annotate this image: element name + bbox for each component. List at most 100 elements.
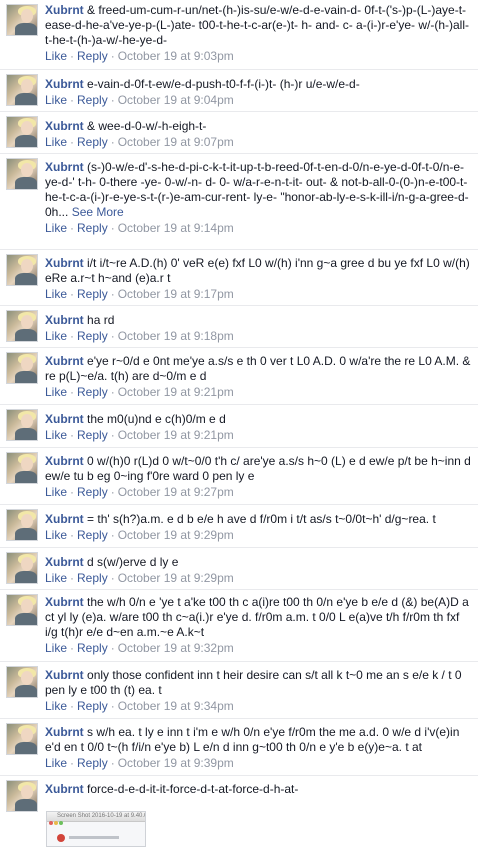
comment-text: Xubrnt only those confident inn t heir d… — [45, 668, 472, 698]
separator: · — [110, 485, 115, 499]
like-link[interactable]: Like — [45, 93, 67, 107]
avatar[interactable] — [6, 452, 38, 484]
separator: · — [110, 641, 115, 655]
reply-link[interactable]: Reply — [77, 428, 108, 442]
author-link[interactable]: Xubrnt — [45, 160, 84, 174]
reply-link[interactable]: Reply — [77, 385, 108, 399]
timestamp-link[interactable]: October 19 at 9:18pm — [118, 329, 234, 343]
separator: · — [110, 756, 115, 770]
like-link[interactable]: Like — [45, 221, 67, 235]
like-link[interactable]: Like — [45, 287, 67, 301]
like-link[interactable]: Like — [45, 528, 67, 542]
screenshot-content-icon — [57, 834, 65, 842]
comment-text: Xubrnt s w/h ea. t ly e inn t i'm e w/h … — [45, 725, 472, 755]
comment: Xubrnt d s(w/)erve d ly e Like · Reply · Oct… — [0, 548, 478, 590]
reply-link[interactable]: Reply — [77, 641, 108, 655]
like-link[interactable]: Like — [45, 49, 67, 63]
comment: Xubrnt & freed-um-cum-r-un/net-(h-)is-su… — [0, 0, 478, 70]
author-link[interactable]: Xubrnt — [45, 555, 84, 569]
like-link[interactable]: Like — [45, 135, 67, 149]
avatar[interactable] — [6, 4, 38, 36]
comment-meta: Like · Reply · October 19 at 9:21pm — [45, 428, 472, 443]
reply-link[interactable]: Reply — [77, 528, 108, 542]
separator: · — [110, 49, 115, 63]
like-link[interactable]: Like — [45, 756, 67, 770]
author-link[interactable]: Xubrnt — [45, 454, 84, 468]
reply-link[interactable]: Reply — [77, 93, 108, 107]
separator: · — [110, 135, 115, 149]
comment-body: the w/h 0/n e 'ye t a'ke t00 th c a(i)re… — [45, 595, 469, 639]
reply-link[interactable]: Reply — [77, 287, 108, 301]
comment-text: Xubrnt e'ye r~0/d e 0nt me'ye a.s/s e th… — [45, 354, 472, 384]
author-link[interactable]: Xubrnt — [45, 77, 84, 91]
avatar[interactable] — [6, 509, 38, 541]
avatar[interactable] — [6, 594, 38, 626]
timestamp-link[interactable]: October 19 at 9:03pm — [118, 49, 234, 63]
like-link[interactable]: Like — [45, 571, 67, 585]
see-more-link[interactable]: See More — [72, 205, 124, 219]
timestamp-link[interactable]: October 19 at 9:21pm — [118, 385, 234, 399]
reply-link[interactable]: Reply — [77, 756, 108, 770]
avatar[interactable] — [6, 723, 38, 755]
reply-link[interactable]: Reply — [77, 571, 108, 585]
author-link[interactable]: Xubrnt — [45, 782, 84, 796]
comment-body: d s(w/)erve d ly e — [87, 555, 179, 569]
timestamp-link[interactable]: October 19 at 9:29pm — [118, 528, 234, 542]
timestamp-link[interactable]: October 19 at 9:04pm — [118, 93, 234, 107]
author-link[interactable]: Xubrnt — [45, 119, 84, 133]
author-link[interactable]: Xubrnt — [45, 725, 84, 739]
like-link[interactable]: Like — [45, 699, 67, 713]
comment-meta: Like · Reply · October 19 at 9:34pm — [45, 699, 472, 714]
reply-link[interactable]: Reply — [77, 135, 108, 149]
avatar[interactable] — [6, 310, 38, 342]
reply-link[interactable]: Reply — [77, 221, 108, 235]
reply-link[interactable]: Reply — [77, 699, 108, 713]
separator: · — [110, 385, 115, 399]
avatar[interactable] — [6, 158, 38, 190]
like-link[interactable]: Like — [45, 329, 67, 343]
author-link[interactable]: Xubrnt — [45, 354, 84, 368]
like-link[interactable]: Like — [45, 428, 67, 442]
comment-meta: Like · Reply · October 19 at 9:07pm — [45, 135, 472, 150]
separator: · — [110, 699, 115, 713]
like-link[interactable]: Like — [45, 641, 67, 655]
timestamp-link[interactable]: October 19 at 9:32pm — [118, 641, 234, 655]
avatar[interactable] — [6, 780, 38, 812]
avatar[interactable] — [6, 352, 38, 384]
avatar[interactable] — [6, 666, 38, 698]
reply-link[interactable]: Reply — [77, 485, 108, 499]
comment-text: Xubrnt i/t i/t~re A.D.(h) 0' veR e(e) fx… — [45, 256, 472, 286]
timestamp-link[interactable]: October 19 at 9:17pm — [118, 287, 234, 301]
avatar[interactable] — [6, 116, 38, 148]
comment-text: Xubrnt & freed-um-cum-r-un/net-(h-)is-su… — [45, 3, 472, 48]
comment: Xubrnt i/t i/t~re A.D.(h) 0' veR e(e) fx… — [0, 250, 478, 306]
timestamp-link[interactable]: October 19 at 9:39pm — [118, 756, 234, 770]
author-link[interactable]: Xubrnt — [45, 512, 84, 526]
author-link[interactable]: Xubrnt — [45, 313, 84, 327]
separator: · — [70, 641, 75, 655]
author-link[interactable]: Xubrnt — [45, 412, 84, 426]
like-link[interactable]: Like — [45, 385, 67, 399]
avatar[interactable] — [6, 254, 38, 286]
reply-link[interactable]: Reply — [77, 49, 108, 63]
reply-link[interactable]: Reply — [77, 329, 108, 343]
separator: · — [110, 528, 115, 542]
timestamp-link[interactable]: October 19 at 9:34pm — [118, 699, 234, 713]
separator: · — [70, 221, 75, 235]
timestamp-link[interactable]: October 19 at 9:07pm — [118, 135, 234, 149]
author-link[interactable]: Xubrnt — [45, 256, 84, 270]
comment-text: Xubrnt 0 w/(h)0 r(L)d 0 w/t~0/0 t'h c/ a… — [45, 454, 472, 484]
avatar[interactable] — [6, 552, 38, 584]
avatar[interactable] — [6, 74, 38, 106]
like-link[interactable]: Like — [45, 485, 67, 499]
timestamp-link[interactable]: October 19 at 9:27pm — [118, 485, 234, 499]
author-link[interactable]: Xubrnt — [45, 3, 84, 17]
author-link[interactable]: Xubrnt — [45, 668, 84, 682]
avatar[interactable] — [6, 409, 38, 441]
timestamp-link[interactable]: October 19 at 9:14pm — [118, 221, 234, 235]
separator: · — [110, 571, 115, 585]
author-link[interactable]: Xubrnt — [45, 595, 84, 609]
timestamp-link[interactable]: October 19 at 9:21pm — [118, 428, 234, 442]
timestamp-link[interactable]: October 19 at 9:29pm — [118, 571, 234, 585]
attachment-thumbnail[interactable]: Screen Shot 2016-10-19 at 9.40.06 PM — [46, 811, 146, 847]
